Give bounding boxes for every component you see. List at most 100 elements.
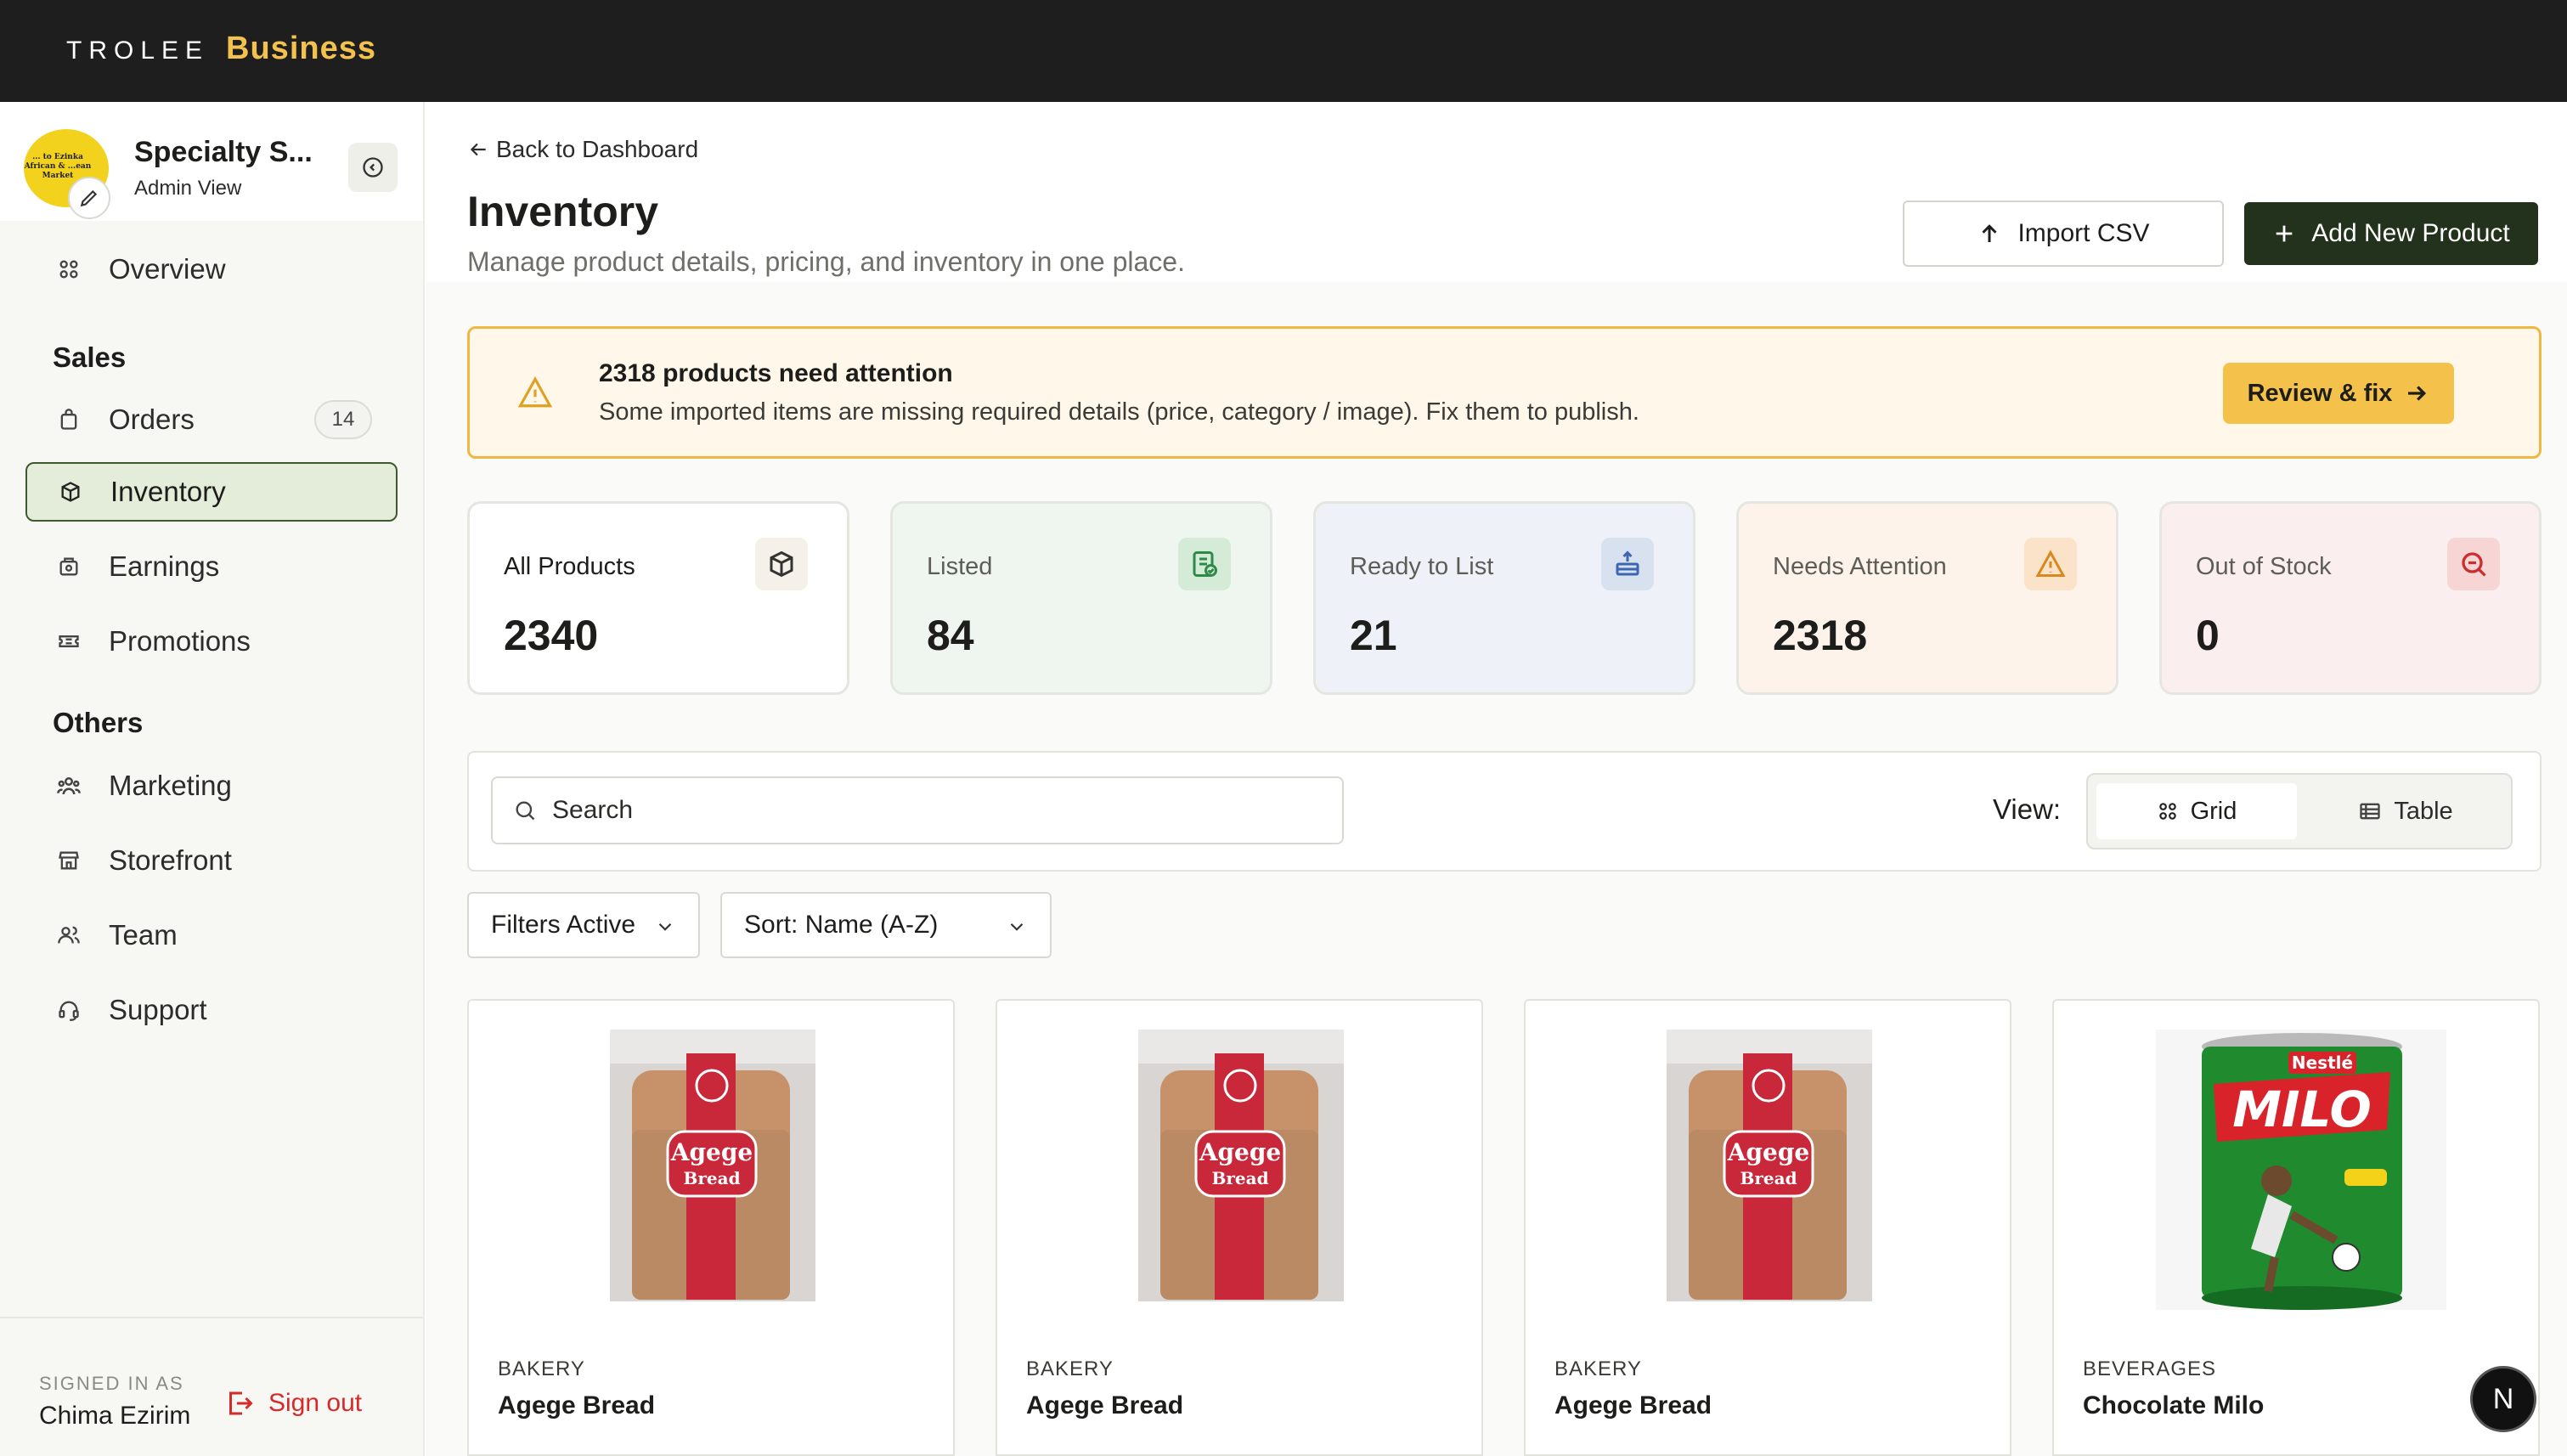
brand-name: TROLEE — [66, 37, 210, 65]
search-minus-icon — [2447, 538, 2500, 590]
sort-label: Sort: Name (A-Z) — [744, 911, 939, 939]
sidebar-item-marketing[interactable]: Marketing — [25, 756, 398, 815]
sidebar-item-support[interactable]: Support — [25, 980, 398, 1040]
stat-card-out-of-stock[interactable]: Out of Stock 0 — [2159, 501, 2542, 695]
add-new-product-label: Add New Product — [2311, 219, 2510, 247]
bread-brand-text: Agege — [1727, 1138, 1810, 1166]
back-to-dashboard-link[interactable]: Back to Dashboard — [467, 136, 698, 163]
arrow-left-icon — [470, 143, 486, 156]
bread-brand-text: Agege — [1199, 1138, 1282, 1166]
sidebar-item-overview[interactable]: Overview — [25, 240, 398, 299]
signed-in-label: SIGNED IN AS — [39, 1373, 184, 1394]
signed-in-block: SIGNED IN AS Chima Ezirim Sign out — [0, 1317, 423, 1456]
stat-value: 84 — [927, 612, 974, 659]
stat-label: Listed — [927, 553, 993, 580]
sidebar-item-promotions[interactable]: Promotions — [25, 612, 398, 671]
brand-logo[interactable]: TROLEE Business — [66, 31, 376, 67]
product-category: BAKERY — [1554, 1357, 1642, 1380]
view-toggle: Grid Table — [2086, 773, 2513, 849]
view-grid-button[interactable]: Grid — [2096, 783, 2297, 839]
stat-label: All Products — [504, 553, 635, 580]
sidebar-item-label: Team — [109, 919, 178, 951]
bread-sub-text: Bread — [1211, 1168, 1268, 1188]
users-icon — [54, 921, 83, 950]
product-card[interactable]: Agege Bread BAKERY Agege Bread — [996, 999, 1483, 1456]
bread-sub-text: Bread — [683, 1168, 740, 1188]
grid-icon — [54, 255, 83, 284]
avatar-logo-text: ... to Ezinka African & ...ean Market — [24, 153, 92, 180]
page-header: Back to Dashboard Inventory Manage produ… — [426, 102, 2567, 282]
product-category: BEVERAGES — [2083, 1357, 2217, 1380]
edit-avatar-button[interactable] — [68, 177, 110, 219]
stat-card-needs-attention[interactable]: Needs Attention 2318 — [1736, 501, 2118, 695]
product-image: Nestlé MILO — [2056, 1002, 2538, 1330]
sidebar-item-label: Orders — [109, 404, 195, 435]
back-link-label: Back to Dashboard — [496, 136, 699, 162]
sort-dropdown[interactable]: Sort: Name (A-Z) — [720, 892, 1052, 958]
search-input[interactable] — [552, 796, 1317, 825]
store-name: Specialty S... — [134, 136, 313, 168]
alert-title: 2318 products need attention — [599, 359, 953, 387]
review-fix-button[interactable]: Review & fix — [2223, 363, 2454, 424]
headset-icon — [54, 996, 83, 1024]
stat-card-all-products[interactable]: All Products 2340 — [467, 501, 849, 695]
product-category: BAKERY — [498, 1357, 585, 1380]
arrow-right-icon — [2404, 381, 2429, 406]
page-description: Manage product details, pricing, and inv… — [467, 246, 1185, 277]
stat-value: 21 — [1350, 612, 1397, 659]
sidebar-item-orders[interactable]: Orders 14 — [25, 390, 398, 449]
product-name: Agege Bread — [1026, 1391, 1184, 1419]
listed-check-icon — [1178, 538, 1231, 590]
stat-value: 2340 — [504, 612, 599, 659]
sidebar-item-label: Earnings — [109, 550, 220, 582]
attention-alert: 2318 products need attention Some import… — [467, 326, 2542, 459]
product-image: Agege Bread — [999, 1002, 1481, 1330]
signed-in-name: Chima Ezirim — [39, 1402, 191, 1430]
view-table-button[interactable]: Table — [2305, 783, 2506, 839]
sidebar-item-team[interactable]: Team — [25, 906, 398, 965]
stat-value: 2318 — [1773, 612, 1868, 659]
shopping-bag-icon — [54, 405, 83, 434]
product-card[interactable]: Agege Bread BAKERY Agege Bread — [467, 999, 955, 1456]
stat-card-ready-to-list[interactable]: Ready to List 21 — [1313, 501, 1695, 695]
plus-icon — [2272, 222, 2296, 245]
product-image: Agege Bread — [471, 1002, 953, 1330]
import-csv-button[interactable]: Import CSV — [1903, 200, 2224, 267]
brand-sub: Business — [226, 31, 376, 66]
logout-icon — [229, 1391, 253, 1415]
page-title: Inventory — [467, 188, 659, 235]
view-table-label: Table — [2394, 797, 2453, 825]
sidebar-item-earnings[interactable]: Earnings — [25, 537, 398, 596]
chevron-down-icon — [1006, 916, 1028, 938]
sign-out-button[interactable]: Sign out — [224, 1388, 362, 1419]
sidebar-item-label: Support — [109, 994, 207, 1025]
orders-count-badge: 14 — [314, 400, 372, 439]
collapse-sidebar-button[interactable] — [348, 143, 398, 192]
floating-assistant-button[interactable]: N — [2470, 1366, 2536, 1432]
bread-brand-text: Agege — [670, 1138, 753, 1166]
search-box[interactable] — [491, 776, 1344, 844]
product-card[interactable]: Agege Bread BAKERY Agege Bread — [1524, 999, 2011, 1456]
filters-label: Filters Active — [491, 911, 636, 939]
product-name: Agege Bread — [498, 1391, 656, 1419]
stat-label: Out of Stock — [2196, 553, 2332, 580]
add-new-product-button[interactable]: Add New Product — [2244, 202, 2538, 265]
sidebar-item-storefront[interactable]: Storefront — [25, 831, 398, 890]
bread-sub-text: Bread — [1740, 1168, 1797, 1188]
chevron-down-icon — [654, 916, 676, 938]
stat-card-listed[interactable]: Listed 84 — [890, 501, 1272, 695]
product-card[interactable]: Nestlé MILO BEVERAGES Chocolate Milo — [2052, 999, 2540, 1456]
upload-arrow-icon — [1977, 221, 2002, 246]
filters-dropdown[interactable]: Filters Active — [467, 892, 700, 958]
sidebar-item-inventory[interactable]: Inventory — [25, 462, 398, 522]
view-label: View: — [1993, 793, 2062, 825]
inventory-toolbar: View: Grid Table — [467, 751, 2542, 872]
box-icon — [755, 538, 808, 590]
ticket-icon — [54, 627, 83, 656]
product-name: Agege Bread — [1554, 1391, 1712, 1419]
assistant-letter: N — [2492, 1382, 2514, 1415]
sidebar-item-label: Marketing — [109, 770, 232, 801]
milo-maker-text: Nestlé — [2292, 1052, 2353, 1073]
sidebar-item-label: Overview — [109, 253, 226, 285]
arrow-left-circle-icon — [363, 157, 383, 178]
